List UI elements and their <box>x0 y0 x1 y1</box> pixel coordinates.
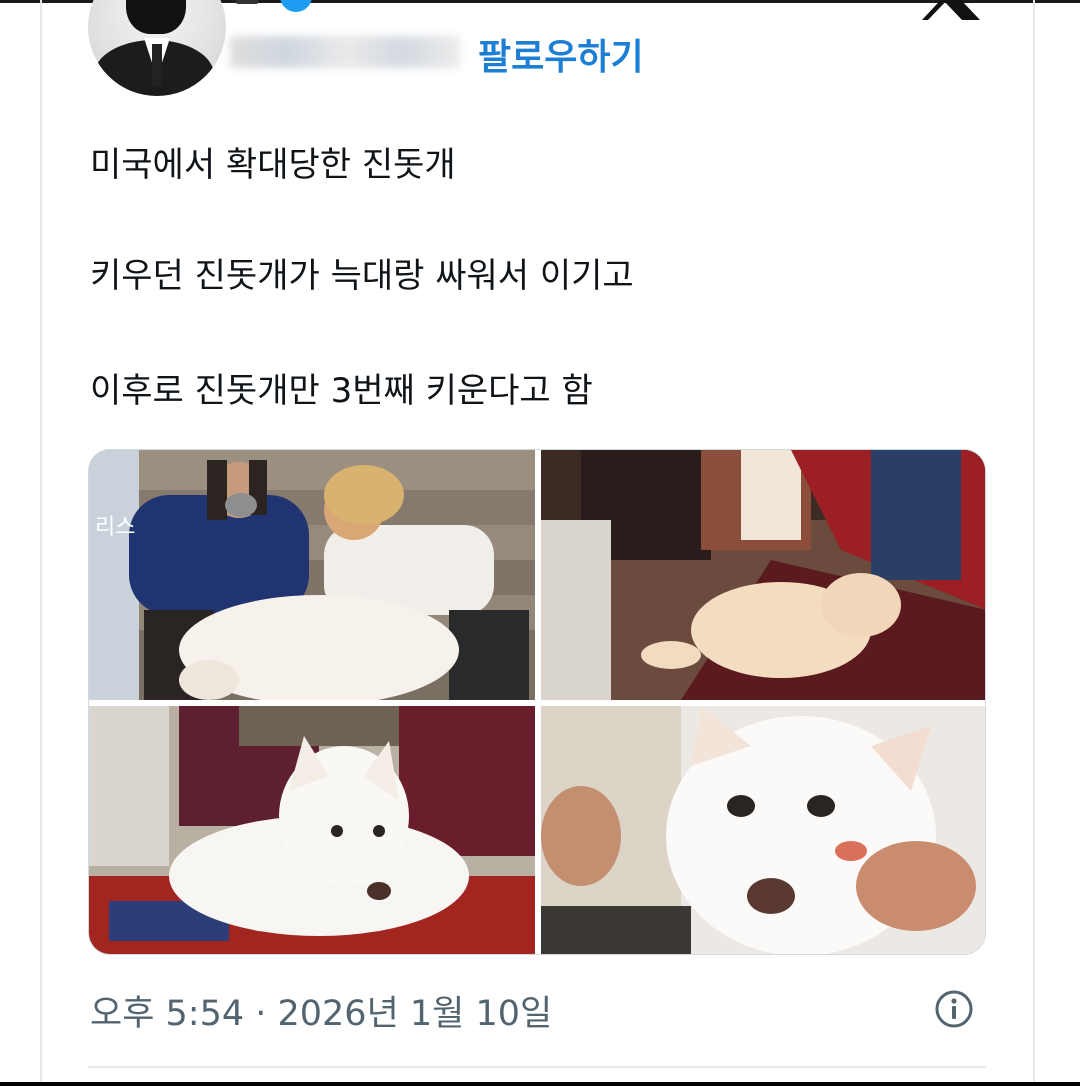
white-dog-lying-photo <box>89 706 535 954</box>
card-border-left <box>40 0 42 1082</box>
verified-badge-icon <box>280 0 312 12</box>
couple-with-dog-photo: 리스 <box>89 450 535 700</box>
display-name-cropped[interactable] <box>236 0 258 4</box>
overlay-caption: 리스 <box>95 515 135 540</box>
photo-4[interactable] <box>541 706 985 954</box>
tweet-timestamp[interactable]: 오후 5:54 · 2026년 1월 10일 <box>90 985 552 1036</box>
white-dog-closeup-photo <box>541 706 985 954</box>
tweet-text-line-2: 키우던 진돗개가 늑대랑 싸워서 이기고 <box>90 256 634 296</box>
blurred-handle[interactable] <box>230 36 460 68</box>
dog-on-rug-photo <box>541 450 985 700</box>
avatar[interactable] <box>88 0 226 96</box>
media-grid: 리스 <box>88 449 986 955</box>
follow-button[interactable]: 팔로우하기 <box>478 28 644 80</box>
bottom-divider <box>88 1066 986 1068</box>
photo-3[interactable] <box>89 706 535 954</box>
x-logo-icon[interactable] <box>920 0 984 20</box>
info-icon[interactable] <box>934 989 974 1029</box>
photo-1[interactable]: 리스 <box>89 450 535 700</box>
tweet-screenshot: 팔로우하기 미국에서 확대당한 진돗개 키우던 진돗개가 늑대랑 싸워서 이기고… <box>0 0 1080 1082</box>
tweet-text-line-1: 미국에서 확대당한 진돗개 <box>90 145 456 185</box>
photo-2[interactable] <box>541 450 985 700</box>
card-border-right <box>1033 0 1035 1082</box>
tweet-text-line-3: 이후로 진돗개만 3번째 키운다고 함 <box>90 371 593 411</box>
